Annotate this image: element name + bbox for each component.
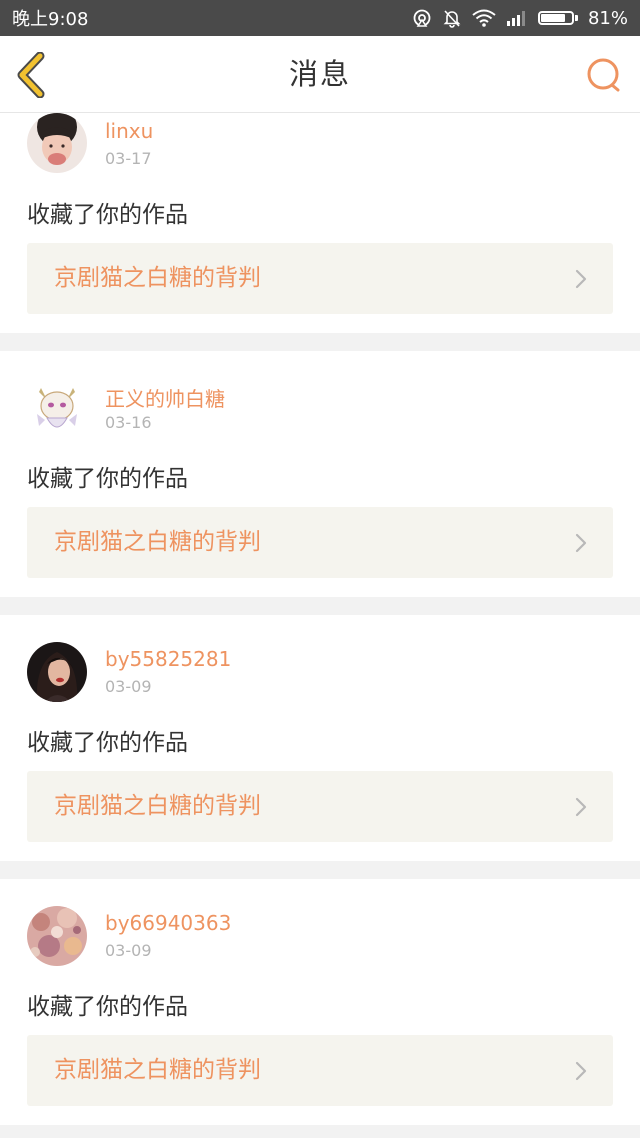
message-list[interactable]: linxu 03-17 收藏了你的作品 京剧猫之白糖的背判 正义的帅白糖 03-… [0,113,640,1138]
status-bar: 晚上9:08 81% [0,0,640,36]
work-link[interactable]: 京剧猫之白糖的背判 [27,243,613,314]
action-text: 收藏了你的作品 [27,730,188,756]
avatar[interactable] [27,642,87,702]
nav-bar: 消息 [0,36,640,113]
username[interactable]: by55825281 [105,647,231,671]
work-link[interactable]: 京剧猫之白糖的背判 [27,771,613,842]
message-date: 03-09 [105,677,152,696]
action-text: 收藏了你的作品 [27,202,188,228]
username[interactable]: linxu [105,119,153,143]
work-title: 京剧猫之白糖的背判 [54,529,261,555]
work-title: 京剧猫之白糖的背判 [54,265,261,291]
work-title: 京剧猫之白糖的背判 [54,793,261,819]
message-card: by66940363 03-09 收藏了你的作品 京剧猫之白糖的背判 [0,879,640,1125]
chevron-left-icon [17,51,45,99]
chevron-right-icon [575,533,587,553]
wifi-icon [472,9,496,27]
search-button[interactable] [584,56,624,94]
notifications-off-icon [443,10,461,28]
action-text: 收藏了你的作品 [27,994,188,1020]
chevron-right-icon [575,797,587,817]
chevron-right-icon [575,1061,587,1081]
message-date: 03-17 [105,149,152,168]
back-button[interactable] [14,51,54,99]
battery-icon [537,11,578,25]
action-text: 收藏了你的作品 [27,466,188,492]
message-date: 03-16 [105,413,152,432]
avatar[interactable] [27,906,87,966]
message-date: 03-09 [105,941,152,960]
avatar[interactable] [27,113,87,173]
hotspot-icon [413,9,431,27]
chevron-right-icon [575,269,587,289]
message-card: linxu 03-17 收藏了你的作品 京剧猫之白糖的背判 [0,113,640,333]
username[interactable]: by66940363 [105,911,231,935]
battery-percent: 81% [587,7,628,29]
signal-icon [506,11,525,26]
status-time: 晚上9:08 [12,9,89,30]
status-icons: 81% [412,8,628,29]
message-card: 正义的帅白糖 03-16 收藏了你的作品 京剧猫之白糖的背判 [0,351,640,597]
username[interactable]: 正义的帅白糖 [105,383,225,412]
work-link[interactable]: 京剧猫之白糖的背判 [27,1035,613,1106]
search-icon [587,58,620,92]
message-card: by55825281 03-09 收藏了你的作品 京剧猫之白糖的背判 [0,615,640,861]
work-title: 京剧猫之白糖的背判 [54,1057,261,1083]
page-title: 消息 [288,57,351,91]
avatar[interactable] [27,378,87,438]
work-link[interactable]: 京剧猫之白糖的背判 [27,507,613,578]
